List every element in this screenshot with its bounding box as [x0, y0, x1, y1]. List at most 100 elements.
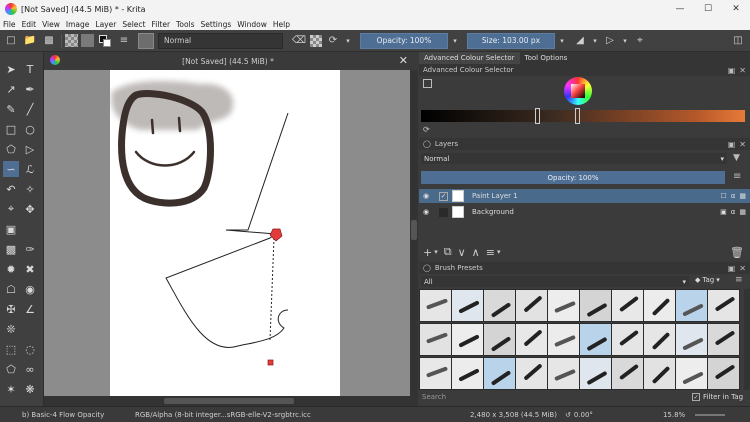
- chevron-down-icon[interactable]: ▾: [621, 33, 629, 49]
- filter-icon[interactable]: ▼: [733, 153, 740, 163]
- polyline-tool-icon[interactable]: ▷: [23, 142, 37, 156]
- move-tool-icon[interactable]: ✥: [23, 202, 37, 216]
- tag-button[interactable]: ◆ Tag ▾: [695, 276, 720, 284]
- brush-preset-thumbnail[interactable]: [483, 289, 516, 322]
- brush-preset-thumbnail[interactable]: [707, 289, 740, 322]
- close-docker-icon[interactable]: ✕: [739, 140, 746, 149]
- close-docker-icon[interactable]: ✕: [739, 264, 746, 273]
- brush-settings-icon[interactable]: ≡: [116, 33, 132, 49]
- layer-properties-icon[interactable]: ≡: [486, 246, 495, 259]
- freehand-select-icon[interactable]: ∞: [23, 362, 37, 376]
- canvas-vertical-scrollbar[interactable]: [410, 70, 418, 396]
- menu-help[interactable]: Help: [273, 20, 290, 29]
- eye-icon[interactable]: ◉: [423, 192, 433, 200]
- gradient-swatch[interactable]: [65, 34, 78, 47]
- alpha-lock-icon[interactable]: ☐: [720, 192, 726, 200]
- menu-window[interactable]: Window: [237, 20, 267, 29]
- brush-scrollbar[interactable]: [744, 289, 750, 390]
- workspace-icon[interactable]: ◫: [730, 33, 746, 49]
- size-slider[interactable]: Size: 103.00 px: [467, 32, 555, 49]
- bezier-anchor-point[interactable]: [269, 228, 283, 242]
- brush-preset-thumbnail[interactable]: [675, 323, 708, 356]
- scrollbar-thumb[interactable]: [411, 220, 417, 240]
- layer-blend-select[interactable]: Normal ▾: [421, 153, 727, 164]
- transform-tool-icon[interactable]: ▣: [4, 222, 18, 236]
- maximize-icon[interactable]: ☐: [694, 0, 722, 18]
- contiguous-select-icon[interactable]: ✶: [4, 382, 18, 396]
- menu-edit[interactable]: Edit: [22, 20, 37, 29]
- lock-docker-icon[interactable]: ◯: [423, 140, 431, 148]
- scrollbar-thumb[interactable]: [164, 398, 294, 404]
- assistant-tool-icon[interactable]: ✠: [4, 302, 18, 316]
- measure-tool-icon[interactable]: ∠: [23, 302, 37, 316]
- tab-tool-options[interactable]: Tool Options: [520, 52, 573, 64]
- line-tool-icon[interactable]: ╱: [23, 102, 37, 116]
- dynamic-brush-icon[interactable]: ↶: [4, 182, 18, 196]
- brush-preset-thumbnail[interactable]: [579, 357, 612, 390]
- brush-view-icon[interactable]: ≡: [735, 275, 743, 285]
- brush-preset-thumbnail[interactable]: [611, 323, 644, 356]
- inherit-alpha-icon[interactable]: α: [731, 192, 736, 200]
- text-tool-icon[interactable]: T: [23, 62, 37, 76]
- layer-row[interactable]: ◉ Background ▣ α ▦: [419, 205, 750, 219]
- status-colorspace[interactable]: RGB/Alpha (8-bit integer...sRGB-elle-V2-…: [135, 411, 340, 419]
- menu-filter[interactable]: Filter: [151, 20, 170, 29]
- bezier-control-point[interactable]: [267, 359, 274, 366]
- brush-search-input[interactable]: Search: [422, 393, 692, 401]
- brush-preset-thumbnail[interactable]: [611, 357, 644, 390]
- colour-settings-icon[interactable]: [423, 79, 432, 88]
- eraser-icon[interactable]: ⌫: [291, 33, 307, 49]
- brush-filter-select[interactable]: All ▾: [421, 276, 689, 287]
- menu-file[interactable]: File: [3, 20, 16, 29]
- layer-row[interactable]: ◉ ✓ Paint Layer 1 ☐ α ▦: [419, 189, 750, 203]
- brush-preset-thumbnail[interactable]: [483, 357, 516, 390]
- calligraphy-icon[interactable]: ✒: [23, 82, 37, 96]
- similar-select-icon[interactable]: ❋: [23, 382, 37, 396]
- brush-preset-thumbnail[interactable]: [451, 323, 484, 356]
- alpha-lock-icon[interactable]: [310, 34, 322, 47]
- mirror-horizontal-icon[interactable]: ◢: [572, 33, 588, 49]
- multibrush-icon[interactable]: ✧: [23, 182, 37, 196]
- menu-view[interactable]: View: [42, 20, 60, 29]
- brush-preset-thumbnail[interactable]: [643, 357, 676, 390]
- brush-preset-thumbnail[interactable]: [451, 357, 484, 390]
- fg-bg-color-icon[interactable]: [97, 33, 113, 49]
- ellipse-tool-icon[interactable]: ○: [23, 122, 37, 136]
- bezier-curve-icon[interactable]: ∽: [3, 161, 19, 177]
- add-layer-icon[interactable]: +: [423, 246, 432, 259]
- polygon-select-icon[interactable]: ⬠: [4, 362, 18, 376]
- brush-preset-thumbnail[interactable]: [547, 323, 580, 356]
- brush-preset-thumbnail[interactable]: [515, 323, 548, 356]
- menu-settings[interactable]: Settings: [201, 20, 232, 29]
- new-document-icon[interactable]: □: [3, 33, 19, 49]
- brush-preset-thumbnail[interactable]: [547, 289, 580, 322]
- lock-docker-icon[interactable]: ◯: [423, 264, 431, 272]
- float-docker-icon[interactable]: ▣: [728, 140, 736, 149]
- reset-colour-icon[interactable]: ⟳: [423, 125, 430, 134]
- rectangle-tool-icon[interactable]: □: [4, 122, 18, 136]
- brush-preset-thumbnail[interactable]: [451, 289, 484, 322]
- duplicate-layer-icon[interactable]: ⧉: [444, 245, 452, 259]
- filter-in-tag-checkbox[interactable]: ✓: [692, 393, 700, 401]
- close-icon[interactable]: ✕: [399, 54, 408, 67]
- menu-tools[interactable]: Tools: [176, 20, 194, 29]
- brush-preset-thumbnail[interactable]: [419, 357, 452, 390]
- select-shapes-icon[interactable]: ➤: [4, 62, 18, 76]
- brush-preset-thumbnail[interactable]: [515, 289, 548, 322]
- colour-wheel[interactable]: [564, 77, 592, 105]
- pattern-swatch[interactable]: [81, 34, 94, 47]
- zoom-slider[interactable]: [695, 413, 726, 416]
- delete-layer-icon[interactable]: 🗑: [730, 246, 744, 259]
- colorize-mask-icon[interactable]: ✹: [4, 262, 18, 276]
- blend-mode-select[interactable]: Normal: [158, 32, 283, 49]
- brush-preset-thumbnail[interactable]: [579, 323, 612, 356]
- layer-opacity-slider[interactable]: Opacity: 100%: [421, 171, 725, 184]
- brush-preset-thumbnail[interactable]: [675, 289, 708, 322]
- move-layer-up-icon[interactable]: ∧: [472, 246, 480, 259]
- close-icon[interactable]: ✕: [722, 0, 750, 18]
- status-zoom[interactable]: 15.8%: [663, 411, 685, 419]
- float-docker-icon[interactable]: ▣: [728, 264, 736, 273]
- open-folder-icon[interactable]: 📁: [22, 33, 38, 49]
- brush-preset-thumbnail[interactable]: [419, 323, 452, 356]
- eye-icon[interactable]: ◉: [423, 208, 433, 216]
